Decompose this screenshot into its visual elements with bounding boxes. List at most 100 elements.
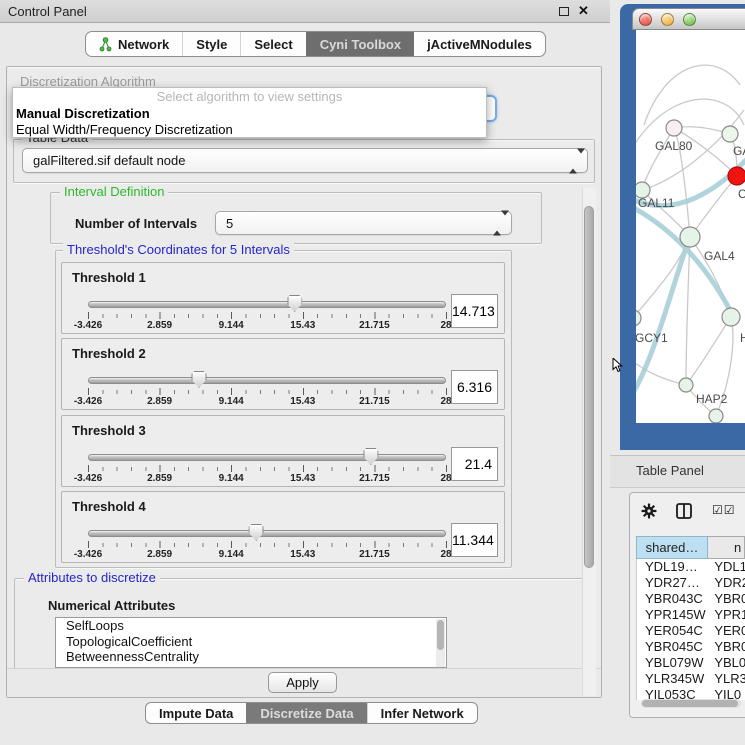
network-window-titlebar[interactable] [632, 8, 745, 30]
threshold-1-slider[interactable] [88, 299, 446, 311]
table-row[interactable]: YPR145WYPR1 [637, 607, 745, 623]
network-icon [99, 37, 112, 52]
cell[interactable]: YER0 [708, 623, 745, 639]
threshold-2-value-input[interactable]: 6.316 [451, 370, 498, 404]
control-panel-tabbar: Network Style Select Cyni Toolbox jActiv… [85, 31, 546, 57]
slider-thumb[interactable] [249, 524, 264, 541]
close-traffic-light-icon[interactable] [639, 13, 652, 26]
algorithm-dropdown-popup: Select algorithm to view settings Manual… [12, 87, 487, 138]
node-hap2 [679, 378, 693, 392]
cell[interactable]: YLR345W [637, 671, 708, 687]
slider-tick-labels: -3.426 2.859 9.144 15.43 21.715 28 [88, 396, 446, 408]
tab-discretize-data[interactable]: Discretize Data [246, 703, 366, 723]
table-row[interactable]: YLR345WYLR3 [637, 671, 745, 687]
tab-impute-data[interactable]: Impute Data [146, 703, 246, 723]
slider-track[interactable] [88, 301, 446, 308]
cell[interactable]: YBL0 [708, 655, 745, 671]
slider-thumb[interactable] [363, 448, 378, 465]
mouse-cursor [612, 358, 623, 373]
slider-track[interactable] [88, 530, 446, 537]
threshold-3-value-input[interactable]: 21.4 [451, 447, 498, 481]
interval-definition-title: Interval Definition [60, 185, 168, 199]
tab-discretize-data-label: Discretize Data [260, 706, 353, 721]
float-window-icon[interactable] [559, 7, 569, 16]
cell[interactable]: YDL19… [637, 559, 708, 575]
maximize-traffic-light-icon[interactable] [683, 13, 696, 26]
table-row[interactable]: YER054CYER0 [637, 623, 745, 639]
tick-label: 9.144 [219, 320, 244, 331]
node-label: GCY1 [636, 331, 668, 345]
cell[interactable]: YDR2 [708, 575, 745, 591]
number-of-intervals-label: Number of Intervals [75, 216, 197, 231]
table-row[interactable]: YBR045CYBR0 [637, 639, 745, 655]
tick-label: 9.144 [219, 396, 244, 407]
threshold-4-slider[interactable] [88, 528, 446, 540]
tick-label: -3.426 [74, 396, 102, 407]
column-header-name[interactable]: n [708, 536, 745, 559]
cell[interactable]: YDR27… [637, 575, 708, 591]
cell[interactable]: YBR043C [637, 591, 708, 607]
node-label: HAP2 [696, 392, 728, 406]
algorithm-option-equal-width[interactable]: Equal Width/Frequency Discretization [13, 122, 486, 138]
list-scrollbar[interactable] [436, 619, 445, 667]
node-label: GAL11 [638, 196, 675, 210]
network-view-window: GAL80 GA C GAL11 GAL4 GCY1 H HAP2 [620, 4, 745, 450]
cell[interactable]: YBL079W [637, 655, 708, 671]
threshold-2-label: Threshold 2 [72, 346, 146, 361]
threshold-3-slider[interactable] [88, 452, 446, 464]
slider-thumb[interactable] [191, 371, 206, 388]
numerical-attributes-list[interactable]: SelfLoops TopologicalCoefficient Between… [55, 617, 447, 668]
tick-label: 21.715 [359, 549, 390, 560]
table-row[interactable]: YDL19…YDL1 [637, 559, 745, 575]
table-data-combobox[interactable]: galFiltered.sif default node [22, 148, 588, 173]
checkbox-columns-icon[interactable]: ☑☑ [712, 503, 736, 517]
control-panel-title: Control Panel [8, 4, 87, 19]
combo-stepper-icon [569, 153, 578, 168]
table-row[interactable]: YBR043CYBR0 [637, 591, 745, 607]
cell[interactable]: YPR1 [708, 607, 745, 623]
close-icon[interactable]: ✕ [578, 3, 589, 19]
tab-select[interactable]: Select [240, 32, 305, 56]
list-item[interactable]: BetweennessCentrality [56, 649, 446, 665]
cell[interactable]: YBR0 [708, 591, 745, 607]
slider-track[interactable] [88, 454, 446, 461]
threshold-2-slider[interactable] [88, 375, 446, 387]
minimize-traffic-light-icon[interactable] [661, 13, 674, 26]
tab-style-label: Style [196, 37, 227, 52]
slider-track[interactable] [88, 377, 446, 384]
table-row[interactable]: YBL079WYBL0 [637, 655, 745, 671]
gear-icon[interactable] [641, 503, 657, 519]
split-columns-icon[interactable] [676, 503, 692, 519]
number-of-intervals-combobox[interactable]: 5 [215, 211, 512, 235]
table-body: YDL19…YDL1 YDR27…YDR2 YBR043CYBR0 YPR145… [636, 559, 745, 700]
tick-label: -3.426 [74, 473, 102, 484]
cell[interactable]: YER054C [637, 623, 708, 639]
list-item[interactable]: SelfLoops [56, 618, 446, 634]
tab-cyni-toolbox[interactable]: Cyni Toolbox [306, 32, 414, 56]
bottom-tabbar: Impute Data Discretize Data Infer Networ… [145, 702, 478, 724]
cell[interactable]: YPR145W [637, 607, 708, 623]
table-horizontal-scrollbar[interactable] [641, 699, 741, 708]
table-row[interactable]: YDR27…YDR2 [637, 575, 745, 591]
algorithm-placeholder-option[interactable]: Select algorithm to view settings [13, 88, 486, 106]
tick-label: 28 [440, 320, 451, 331]
cell[interactable]: YLR3 [708, 671, 745, 687]
network-canvas[interactable]: GAL80 GA C GAL11 GAL4 GCY1 H HAP2 [636, 30, 745, 423]
cell[interactable]: YBR0 [708, 639, 745, 655]
node-label: GA [733, 144, 745, 158]
tab-network[interactable]: Network [86, 32, 182, 56]
tab-jactivemnodules[interactable]: jActiveMNodules [414, 32, 545, 56]
column-header-shared-name[interactable]: shared… [636, 536, 708, 559]
apply-button[interactable]: Apply [268, 672, 337, 693]
tick-label: 28 [440, 549, 451, 560]
tab-infer-network[interactable]: Infer Network [367, 703, 477, 723]
algorithm-option-manual[interactable]: Manual Discretization [13, 106, 486, 122]
list-item[interactable]: TopologicalCoefficient [56, 634, 446, 650]
tab-style[interactable]: Style [182, 32, 240, 56]
threshold-4-value-input[interactable]: 11.344 [451, 523, 498, 557]
threshold-1-value-input[interactable]: 14.713 [451, 294, 498, 328]
panel-scrollbar-thumb[interactable] [584, 206, 594, 568]
slider-thumb[interactable] [287, 295, 302, 312]
cell[interactable]: YDL1 [708, 559, 745, 575]
cell[interactable]: YBR045C [637, 639, 708, 655]
